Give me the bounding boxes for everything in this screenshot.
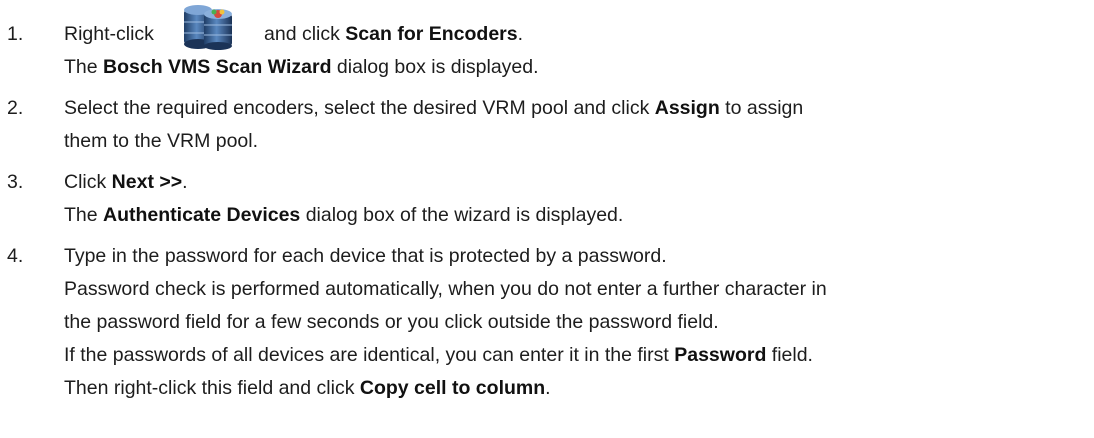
text-run: Then right-click this field and click (64, 377, 360, 399)
text-run: Type in the password for each device tha… (64, 245, 667, 267)
ui-term: Password (674, 344, 767, 366)
text-run: to assign (719, 97, 804, 119)
text-run: . (182, 171, 188, 193)
text-run: dialog box of the wizard is displayed. (300, 204, 624, 226)
step-number: 2. (7, 97, 24, 119)
text-run: Right-click (64, 23, 154, 45)
step-text-line: The Bosch VMS Scan Wizard dialog box is … (64, 56, 539, 79)
text-run: Password check is performed automaticall… (64, 278, 827, 300)
ui-term: Bosch VMS Scan Wizard (103, 56, 332, 78)
text-run: If the passwords of all devices are iden… (64, 344, 675, 366)
text-run: the password field for a few seconds or … (64, 311, 719, 333)
ui-term: Copy cell to column (359, 377, 546, 399)
step-number: 3. (7, 171, 24, 193)
text-run: . (545, 377, 551, 399)
text-run: Select the required encoders, select the… (64, 97, 655, 119)
step-number: 4. (7, 245, 24, 267)
text-run: them to the VRM pool. (64, 130, 259, 152)
text-run: and click (264, 23, 346, 45)
text-run: Click (64, 171, 112, 193)
text-run: . (517, 23, 524, 45)
step-text-line: Right-click (64, 23, 154, 46)
step-text-line: them to the VRM pool. (64, 130, 258, 153)
step-text-line: The Authenticate Devices dialog box of t… (64, 204, 623, 227)
ui-term: Next >> (111, 171, 183, 193)
step-text-line: and click Scan for Encoders. (264, 23, 523, 46)
step-text-line: Type in the password for each device tha… (64, 245, 667, 268)
text-run: The (64, 204, 104, 226)
ui-term: Authenticate Devices (103, 204, 301, 226)
vrm-pool-icon (184, 5, 232, 50)
text-run: field. (766, 344, 813, 366)
step-text-line: Then right-click this field and click Co… (64, 377, 551, 400)
step-text-line: the password field for a few seconds or … (64, 311, 719, 334)
step-text-line: Select the required encoders, select the… (64, 97, 803, 120)
text-run: The (64, 56, 104, 78)
step-text-line: Password check is performed automaticall… (64, 278, 827, 301)
ui-term: Assign (654, 97, 720, 119)
step-text-line: If the passwords of all devices are iden… (64, 344, 813, 367)
step-text-line: Click Next >>. (64, 171, 188, 194)
text-run: dialog box is displayed. (331, 56, 539, 78)
instruction-document: 1. Right-click and click Scan for Encode… (0, 0, 1094, 438)
step-number: 1. (7, 23, 24, 45)
ui-term: Scan for Encoders (345, 23, 518, 45)
